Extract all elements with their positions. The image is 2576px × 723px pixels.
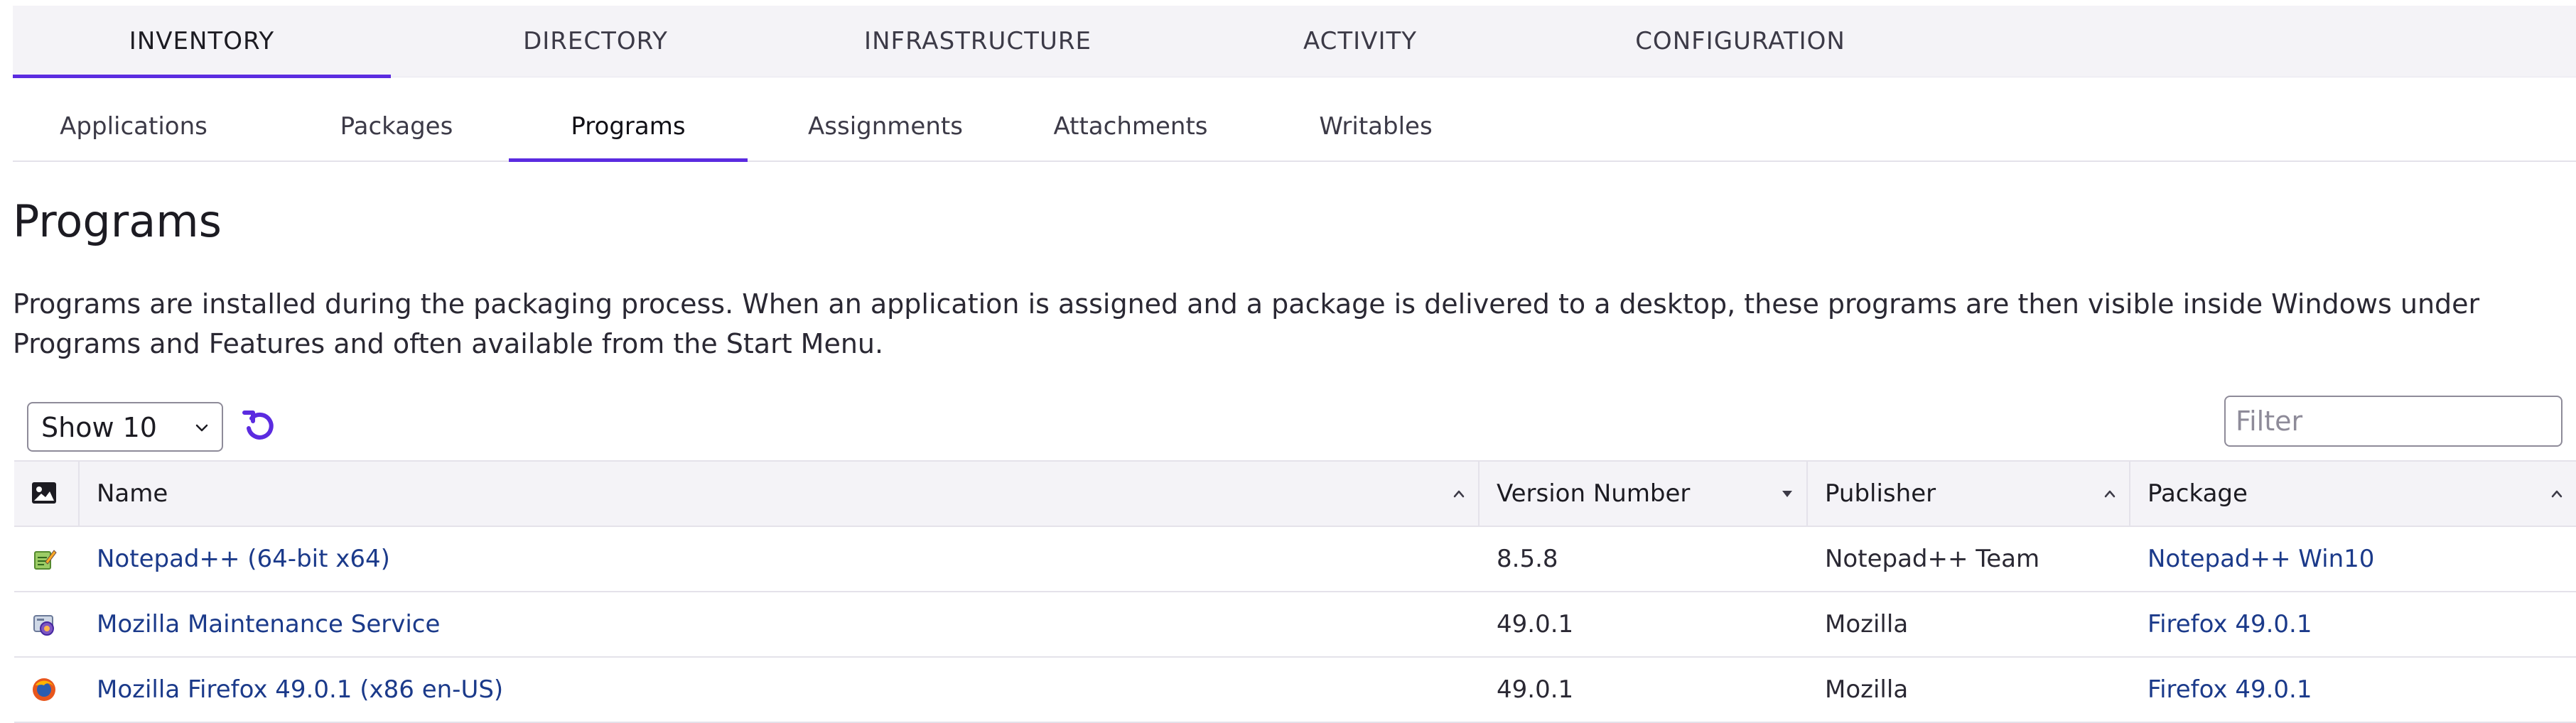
table-row: Mozilla Maintenance Service 49.0.1 Mozil…	[14, 592, 2576, 658]
programs-table: Name Version Number Publisher Package No…	[14, 460, 2576, 723]
page-size-select[interactable]: Show 10	[27, 402, 223, 452]
column-header-version[interactable]: Version Number	[1480, 462, 1808, 526]
row-icon-cell	[14, 527, 80, 591]
tab-packages[interactable]: Packages	[277, 78, 516, 161]
column-header-package-label: Package	[2147, 479, 2248, 508]
sort-desc-icon	[1782, 491, 1792, 497]
chevron-down-icon	[195, 424, 208, 432]
table-row: Mozilla Firefox 49.0.1 (x86 en-US) 49.0.…	[14, 658, 2576, 723]
row-package-link[interactable]: Firefox 49.0.1	[2130, 592, 2576, 656]
top-nav-infrastructure[interactable]: INFRASTRUCTURE	[800, 6, 1155, 77]
top-nav-configuration[interactable]: CONFIGURATION	[1565, 6, 1916, 77]
row-name-link[interactable]: Mozilla Firefox 49.0.1 (x86 en-US)	[80, 658, 1480, 722]
sort-asc-icon	[2104, 490, 2116, 498]
notepad-plus-plus-icon	[34, 550, 57, 570]
column-header-name[interactable]: Name	[80, 462, 1480, 526]
sort-asc-icon	[2551, 490, 2562, 498]
row-version: 49.0.1	[1497, 610, 1574, 638]
filter-input[interactable]	[2224, 396, 2562, 447]
page-title: Programs	[13, 195, 222, 247]
column-header-package[interactable]: Package	[2130, 462, 2576, 526]
image-icon	[32, 482, 56, 504]
column-header-version-label: Version Number	[1497, 479, 1691, 508]
row-version: 49.0.1	[1497, 675, 1574, 704]
row-name-link[interactable]: Mozilla Maintenance Service	[80, 592, 1480, 656]
tab-programs[interactable]: Programs	[509, 78, 748, 162]
top-nav-activity[interactable]: ACTIVITY	[1155, 6, 1565, 77]
tab-assignments[interactable]: Assignments	[759, 78, 1012, 161]
table-header: Name Version Number Publisher Package	[14, 460, 2576, 527]
column-header-publisher[interactable]: Publisher	[1808, 462, 2130, 526]
row-name-link[interactable]: Notepad++ (64-bit x64)	[80, 527, 1480, 591]
page-description: Programs are installed during the packag…	[13, 288, 2480, 359]
table-row: Notepad++ (64-bit x64) 8.5.8 Notepad++ T…	[14, 527, 2576, 592]
column-header-publisher-label: Publisher	[1825, 479, 1936, 508]
row-version: 8.5.8	[1497, 545, 1558, 573]
refresh-icon[interactable]	[242, 407, 276, 444]
row-publisher: Mozilla	[1825, 610, 1909, 638]
mozilla-maintenance-icon	[33, 615, 54, 636]
page-size-value: Show 10	[41, 412, 157, 443]
sub-nav: Applications Packages Programs Assignmen…	[13, 78, 2576, 162]
top-nav-inventory[interactable]: INVENTORY	[13, 6, 391, 78]
top-nav: INVENTORY DIRECTORY INFRASTRUCTURE ACTIV…	[13, 6, 2576, 78]
sort-asc-icon	[1453, 490, 1465, 498]
row-publisher: Mozilla	[1825, 675, 1909, 704]
row-icon-cell	[14, 592, 80, 656]
tab-attachments[interactable]: Attachments	[1008, 78, 1254, 161]
tab-applications[interactable]: Applications	[27, 78, 240, 161]
row-package-link[interactable]: Firefox 49.0.1	[2130, 658, 2576, 722]
firefox-icon	[33, 678, 55, 701]
tab-writables[interactable]: Writables	[1249, 78, 1502, 161]
row-package-link[interactable]: Notepad++ Win10	[2130, 527, 2576, 591]
row-icon-cell	[14, 658, 80, 722]
column-header-name-label: Name	[97, 479, 168, 508]
top-nav-directory[interactable]: DIRECTORY	[391, 6, 800, 77]
row-publisher: Notepad++ Team	[1825, 545, 2040, 573]
column-header-icon	[14, 462, 80, 526]
